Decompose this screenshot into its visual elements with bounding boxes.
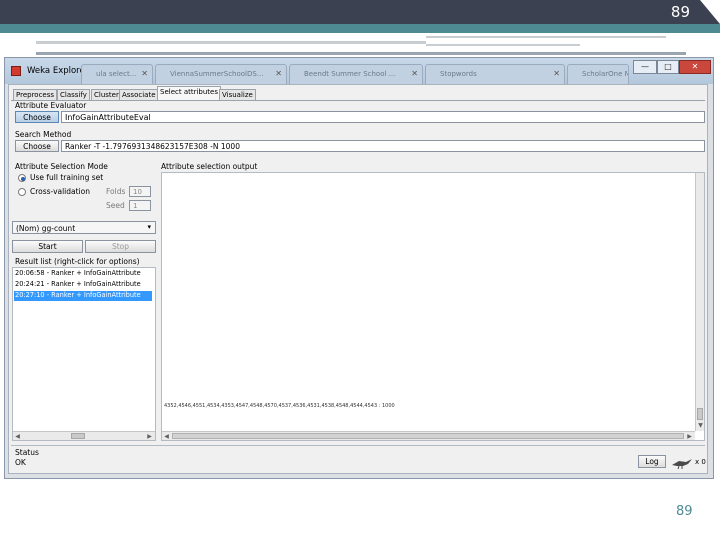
slide-stripe (36, 41, 426, 44)
slide-corner-decoration (700, 0, 720, 24)
output-ranked-line: 4352,4546,4551,4534,4353,4547,4548,4570,… (164, 403, 395, 409)
scroll-right-icon[interactable]: ▶ (145, 432, 154, 441)
slide-stripe (426, 44, 580, 46)
output-heading: Attribute selection output (161, 162, 258, 171)
result-list-item-selected[interactable]: 20:27:10 - Ranker + InfoGainAttribute (14, 291, 152, 301)
log-button[interactable]: Log (638, 455, 666, 468)
status-heading: Status (15, 448, 39, 457)
status-text: OK (15, 458, 26, 467)
slide-top-bar (0, 0, 720, 24)
slide-stripe (426, 36, 666, 38)
browser-tab[interactable]: Stopwords ✕ (425, 64, 565, 84)
browser-tab[interactable]: ula select... ✕ (81, 64, 153, 84)
status-divider (11, 445, 705, 446)
cross-validation-label: Cross-validation (30, 187, 90, 196)
search-method-field[interactable]: Ranker -T -1.7976931348623157E308 -N 100… (61, 140, 705, 152)
evaluator-choose-button[interactable]: Choose (15, 111, 59, 123)
result-list-scrollbar[interactable]: ◀ ▶ (13, 431, 155, 440)
browser-tab[interactable]: ScholarOne M (567, 64, 629, 84)
status-count: x 0 (695, 458, 706, 466)
scroll-thumb[interactable] (697, 408, 703, 420)
slide-stripe (36, 52, 686, 55)
weka-main-panel: Preprocess Classify Cluster Associate Se… (8, 84, 708, 474)
selection-mode-heading: Attribute Selection Mode (15, 162, 108, 171)
weka-bird-icon[interactable] (671, 455, 693, 470)
weka-explorer-window: Weka Explorer ula select... ✕ ViennaSumme… (4, 57, 714, 479)
evaluator-field[interactable]: InfoGainAttributeEval (61, 111, 705, 123)
scroll-thumb[interactable] (71, 433, 85, 439)
use-full-training-radio[interactable] (18, 174, 26, 182)
close-icon: ✕ (275, 69, 282, 78)
seed-label: Seed (106, 201, 125, 210)
weka-app-icon (11, 66, 21, 76)
scroll-down-icon[interactable]: ▼ (696, 421, 705, 430)
scroll-left-icon[interactable]: ◀ (162, 432, 171, 441)
start-button[interactable]: Start (12, 240, 83, 253)
folds-label: Folds (106, 187, 126, 196)
use-full-training-label: Use full training set (30, 173, 104, 182)
stop-button[interactable]: Stop (85, 240, 156, 253)
scroll-thumb[interactable] (172, 433, 684, 439)
tab-divider (11, 100, 705, 101)
search-method-heading: Search Method (15, 130, 72, 139)
tab-select-attributes[interactable]: Select attributes (157, 86, 221, 101)
cross-validation-radio[interactable] (18, 188, 26, 196)
browser-tab[interactable]: Beendt Summer School ... ✕ (289, 64, 423, 84)
chevron-down-icon: ▾ (147, 223, 151, 231)
maximize-button[interactable]: □ (657, 60, 679, 74)
slide-page-number-bottom: 89 (676, 504, 693, 519)
close-icon: ✕ (141, 69, 148, 78)
output-horizontal-scrollbar[interactable]: ◀ ▶ (162, 431, 695, 440)
folds-field[interactable]: 10 (129, 186, 151, 197)
window-title: Weka Explorer (27, 66, 89, 76)
output-vertical-scrollbar[interactable]: ▼ (695, 173, 704, 431)
search-method-choose-button[interactable]: Choose (15, 140, 59, 152)
result-list-heading: Result list (right-click for options) (15, 257, 140, 266)
scroll-left-icon[interactable]: ◀ (13, 432, 22, 441)
scroll-right-icon[interactable]: ▶ (685, 432, 694, 441)
browser-tab[interactable]: ViennaSummerSchoolDS... ✕ (155, 64, 287, 84)
output-panel[interactable]: 4352,4546,4551,4534,4353,4547,4548,4570,… (161, 172, 705, 441)
close-button[interactable]: ✕ (679, 60, 711, 74)
minimize-button[interactable]: — (633, 60, 657, 74)
close-icon: ✕ (411, 69, 418, 78)
result-list[interactable]: 20:06:58 - Ranker + InfoGainAttribute 20… (12, 267, 156, 441)
seed-field[interactable]: 1 (129, 200, 151, 211)
class-attribute-select[interactable]: (Nom) gg-count ▾ (12, 221, 156, 234)
result-list-item[interactable]: 20:24:21 - Ranker + InfoGainAttribute (14, 280, 152, 290)
slide-accent-bar (0, 24, 720, 33)
window-title-bar[interactable]: Weka Explorer ula select... ✕ ViennaSumme… (5, 58, 713, 84)
attribute-evaluator-heading: Attribute Evaluator (15, 101, 87, 110)
close-icon: ✕ (553, 69, 560, 78)
slide-page-number-top: 89 (670, 3, 690, 21)
result-list-item[interactable]: 20:06:58 - Ranker + InfoGainAttribute (14, 269, 152, 279)
